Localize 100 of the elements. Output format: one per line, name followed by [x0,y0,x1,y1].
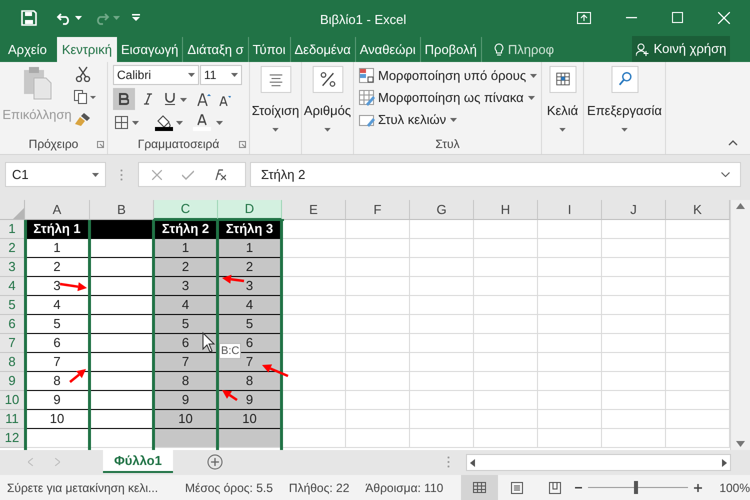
page-break-icon[interactable] [549,482,562,494]
caret-icon[interactable] [75,16,82,20]
row-header[interactable]: 2 [0,239,25,258]
column-header[interactable]: C [154,200,218,220]
table-cell: 1 [154,239,218,258]
column-header[interactable]: I [538,200,602,220]
editing-button[interactable]: Επεξεργασία [584,66,665,132]
annotation-arrow [69,369,86,383]
save-icon[interactable] [21,10,37,26]
ribbon-tab[interactable]: Κεντρική [56,37,117,62]
caret-icon[interactable] [621,128,628,132]
column-header[interactable]: J [602,200,666,220]
scroll-down-icon[interactable] [736,441,745,447]
row-header[interactable]: 11 [0,410,25,429]
table-cell: 10 [154,410,218,429]
sheet-tab[interactable]: Φύλλο1 [103,450,173,473]
caret-icon[interactable] [180,98,187,102]
name-box[interactable]: C1 [5,162,106,187]
italic-icon[interactable] [144,93,152,105]
maximize-icon[interactable] [672,12,683,23]
bold-icon [119,93,129,105]
group-label: Πρόχειρο [28,136,78,153]
row-header[interactable]: 3 [0,258,25,277]
fill-color-icon[interactable] [155,114,173,131]
caret-icon[interactable] [559,128,566,132]
caret-icon[interactable] [231,73,238,77]
expand-icon[interactable] [721,172,730,177]
styles-menu-button[interactable]: Μορφοποίηση υπό όρους [358,66,538,86]
vertical-scrollbar[interactable] [730,200,750,450]
caret-icon[interactable] [530,74,538,78]
normal-view-button[interactable] [461,475,498,500]
shrink-font-icon[interactable] [219,95,231,106]
share-button[interactable]: Κοινή χρήση [632,36,730,62]
page-layout-icon[interactable] [511,482,524,494]
table-cell: 4 [154,296,218,315]
zoom-level[interactable]: 100% [719,478,750,496]
number-button[interactable]: Αριθμός [302,66,353,132]
tell-me-field[interactable]: Πληροφ [490,37,558,62]
column-header[interactable]: G [410,200,474,220]
column-header[interactable]: A [25,200,90,220]
bold-button[interactable] [113,88,135,110]
scissors-icon[interactable] [75,66,91,82]
scroll-up-icon[interactable] [736,203,745,209]
column-header[interactable]: B [90,200,154,220]
styles-menu-button[interactable]: Μορφοποίηση ως πίνακα [358,88,536,108]
styles-menu-button[interactable]: Στυλ κελιών [358,110,458,130]
column-heading-cell: Στήλη 3 [218,220,282,239]
caret-icon[interactable] [176,121,183,125]
caret-icon[interactable] [132,121,139,125]
add-sheet-icon[interactable] [207,454,223,470]
dialog-launcher-icon[interactable] [97,141,104,148]
row-header[interactable]: 12 [0,429,25,448]
font-name-field[interactable]: Calibri [113,65,199,85]
scroll-right-icon[interactable] [722,458,727,466]
alignment-button[interactable]: Στοίχιση [250,66,301,132]
row-header[interactable]: 5 [0,296,25,315]
row-header[interactable]: 4 [0,277,25,296]
caret-icon[interactable] [188,73,195,77]
minimize-icon[interactable] [626,16,637,18]
horizontal-scrollbar[interactable] [466,454,731,471]
caret-icon[interactable] [92,172,99,176]
row-header[interactable]: 6 [0,315,25,334]
caret-icon[interactable] [528,96,535,100]
undo-icon[interactable] [56,10,72,24]
customize-icon[interactable] [132,14,140,21]
font-size-field[interactable]: 11 [200,65,242,85]
collapse-ribbon-icon[interactable] [728,140,738,146]
caret-icon[interactable] [324,128,331,132]
zoom-slider-thumb[interactable] [634,481,638,494]
cells-button[interactable]: Κελιά [542,66,583,132]
formula-field[interactable]: Στήλη 2 [250,162,741,187]
column-header[interactable]: D [218,200,282,220]
ribbon-tab[interactable]: Αρχείο [4,37,51,62]
close-icon[interactable] [718,12,730,24]
status-average: Μέσος όρος: 5.5 [185,480,273,496]
ribbon-display-icon[interactable] [577,12,591,24]
format-painter-icon[interactable] [75,112,91,126]
column-header[interactable]: K [666,200,730,220]
column-header[interactable]: E [282,200,346,220]
borders-icon[interactable] [115,116,128,129]
redo-icon [94,10,110,24]
caret-icon[interactable] [450,118,458,122]
row-header[interactable]: 10 [0,391,25,410]
row-header[interactable]: 8 [0,353,25,372]
zoom-in-icon[interactable] [694,484,702,492]
caret-icon[interactable] [272,128,279,132]
scroll-left-icon[interactable] [470,458,475,466]
copy-icon[interactable] [74,90,96,104]
underline-icon[interactable] [165,92,175,105]
dialog-launcher-icon[interactable] [239,141,246,148]
row-header[interactable]: 7 [0,334,25,353]
table-cell: 5 [154,315,218,334]
grow-font-icon[interactable] [197,93,211,106]
row-header[interactable]: 1 [0,220,25,239]
font-color-icon[interactable] [193,114,211,131]
column-heading-cell: Στήλη 2 [154,220,218,239]
column-header[interactable]: H [474,200,538,220]
caret-icon[interactable] [216,121,223,125]
column-header[interactable]: F [346,200,410,220]
row-header[interactable]: 9 [0,372,25,391]
